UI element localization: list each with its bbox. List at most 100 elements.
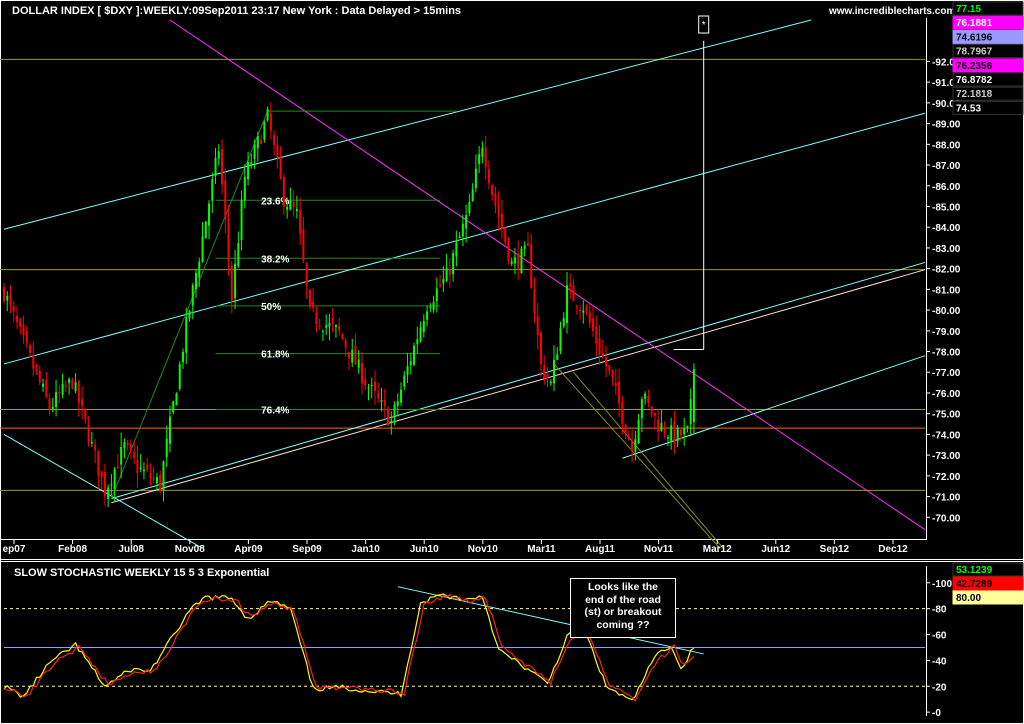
- candle-body: [520, 248, 523, 274]
- annotation-line-1: Looks like the: [587, 581, 659, 593]
- candle-body: [16, 316, 19, 323]
- candle-body: [224, 180, 227, 219]
- annotation-line-2: end of the road: [585, 593, 661, 606]
- candle-body: [142, 469, 145, 472]
- candle-body: [510, 261, 513, 265]
- candle-body: [256, 136, 259, 149]
- date-tick-label: Sep09: [292, 544, 322, 555]
- candle-body: [618, 381, 621, 404]
- stochastic-tick-label: -100: [932, 579, 952, 590]
- fibonacci-label: 50%: [261, 302, 281, 313]
- candle-body: [585, 306, 588, 312]
- candle-body: [513, 257, 516, 264]
- candle-body: [61, 383, 64, 395]
- candle-body: [530, 244, 533, 288]
- candle-body: [103, 471, 106, 497]
- candle-body: [406, 366, 409, 375]
- fibonacci-label: 38.2%: [261, 254, 289, 265]
- candle-body: [598, 338, 601, 355]
- candle-body: [507, 238, 510, 262]
- candle-body: [605, 357, 608, 367]
- candle-body: [126, 442, 129, 445]
- candle-body: [217, 151, 220, 159]
- candle-body: [666, 437, 669, 439]
- candle-body: [575, 305, 578, 308]
- candle-body: [624, 424, 627, 435]
- candle-body: [351, 349, 354, 363]
- price-tick-label: -70.00: [932, 513, 961, 524]
- candle-body: [328, 322, 331, 327]
- price-tick-label: -84.00: [932, 223, 961, 234]
- candle-body: [90, 441, 93, 444]
- date-tick-label: Nov11: [644, 544, 674, 555]
- stochastic-tick-label: -60: [932, 631, 947, 642]
- candle-body: [227, 218, 230, 262]
- candle-body: [543, 365, 546, 379]
- candle-body: [334, 325, 337, 328]
- candle-body: [533, 288, 536, 314]
- candle-body: [435, 288, 438, 302]
- candle-body: [100, 471, 103, 477]
- candle-body: [426, 311, 429, 320]
- date-tick-label: Jan10: [351, 544, 380, 555]
- candle-body: [579, 310, 582, 312]
- candle-body: [592, 318, 595, 332]
- candle-body: [120, 446, 123, 465]
- price-tick-label: -85.00: [932, 202, 961, 213]
- candle-body: [432, 301, 435, 310]
- candle-body: [289, 200, 292, 210]
- candle-body: [660, 423, 663, 431]
- stochastic-tick-label: -80: [932, 605, 947, 616]
- candle-body: [595, 326, 598, 344]
- value-label-text: 78.7967: [956, 47, 993, 58]
- candle-body: [478, 154, 481, 165]
- candle-body: [452, 253, 455, 275]
- candle-body: [107, 487, 110, 500]
- candle-body: [113, 468, 116, 490]
- date-tick-label: ep07: [3, 544, 26, 555]
- candle-body: [523, 245, 526, 249]
- price-tick-label: -72.00: [932, 472, 961, 483]
- candle-body: [549, 381, 552, 384]
- value-label-text: 74.53: [956, 103, 981, 114]
- candle-body: [152, 477, 155, 479]
- candle-body: [413, 345, 416, 365]
- candle-body: [77, 381, 80, 404]
- candle-body: [663, 426, 666, 434]
- candle-body: [208, 203, 211, 226]
- price-tick-label: -71.00: [932, 493, 961, 504]
- candle-body: [295, 209, 298, 212]
- candle-body: [481, 147, 484, 157]
- candle-body: [341, 334, 344, 339]
- candle-body: [191, 285, 194, 306]
- candle-body: [650, 406, 653, 415]
- price-y-axis: -70.00 -71.00 -72.00 -73.00 -74.00 -75.00 -76.…: [926, 57, 961, 524]
- candle-body: [679, 429, 682, 436]
- value-label-text: 76.2356: [956, 61, 993, 72]
- price-tick-label: -74.00: [932, 430, 961, 441]
- candle-body: [299, 209, 302, 234]
- candle-body: [32, 355, 35, 369]
- candle-body: [139, 467, 142, 470]
- candle-body: [74, 382, 77, 392]
- value-label-text: 77.15: [956, 4, 981, 15]
- stochastic-title: SLOW STOCHASTIC WEEKLY 15 5 3 Exponentia…: [14, 567, 269, 579]
- date-tick-label: Nov08: [175, 544, 205, 555]
- candle-body: [647, 395, 650, 403]
- candle-body: [292, 201, 295, 208]
- candle-body: [390, 420, 393, 423]
- candle-body: [354, 345, 357, 365]
- dollar-index-chart: 23.6%38.2%50%61.8%76.4% * -70.00-71.00-7…: [0, 0, 1024, 724]
- candle-body: [387, 408, 390, 426]
- candle-body: [263, 122, 266, 140]
- price-tick-label: -77.00: [932, 368, 961, 379]
- candle-body: [474, 168, 477, 188]
- candle-body: [644, 393, 647, 399]
- candle-body: [55, 392, 58, 408]
- candle-body: [422, 321, 425, 333]
- candle-body: [71, 379, 74, 389]
- candle-body: [279, 154, 282, 179]
- candle-body: [403, 375, 406, 387]
- candle-body: [3, 287, 5, 301]
- date-tick-label: Aug11: [585, 544, 615, 555]
